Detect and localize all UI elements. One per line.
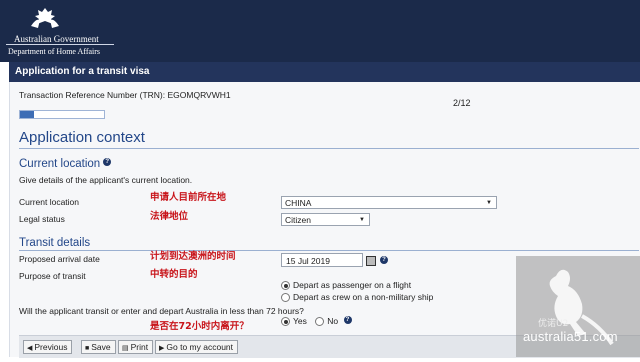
legal-status-label: Legal status (19, 214, 65, 224)
previous-label: Previous (34, 342, 68, 352)
current-location-label: Current location (19, 197, 80, 207)
current-location-value: CHINA (285, 198, 312, 208)
site-header: Australian Government Department of Home… (0, 0, 640, 62)
help-icon[interactable]: ? (380, 256, 388, 264)
transit-72h-question: Will the applicant transit or enter and … (19, 306, 304, 316)
location-instructions: Give details of the applicant's current … (19, 175, 193, 185)
arrival-date-note: 计划到达澳洲的时间 (150, 251, 236, 262)
purpose-note: 中转的目的 (150, 269, 198, 280)
watermark-brand: 优诺U2 (538, 319, 569, 329)
chevron-down-icon: ▼ (486, 200, 492, 206)
radio-selected[interactable] (281, 281, 290, 291)
previous-button[interactable]: ◀ Previous (23, 340, 73, 354)
save-label: Save (91, 342, 111, 352)
chevron-left-icon: ◀ (27, 345, 33, 352)
transit-72h-note: 是否在72小时内离开？ (150, 321, 249, 332)
transit-72h-options: Yes No ? (281, 316, 352, 327)
help-icon[interactable]: ? (103, 158, 112, 166)
arrival-date-label: Proposed arrival date (19, 254, 100, 264)
chevron-down-icon: ▼ (359, 217, 365, 223)
arrival-date-input[interactable]: 15 Jul 2019 (281, 253, 363, 267)
current-location-select[interactable]: CHINA ▼ (281, 196, 497, 209)
chevron-right-icon: ▶ (159, 345, 165, 352)
header-divider (6, 44, 114, 45)
progress-fill (20, 111, 35, 118)
purpose-option-ship-label: Depart as crew on a non-military ship (293, 292, 434, 302)
no-label: No (327, 316, 339, 326)
arrival-date-value: 15 Jul 2019 (286, 256, 330, 266)
government-name: Australian Government (14, 34, 99, 44)
help-icon[interactable]: ? (343, 316, 352, 324)
current-location-heading-text: Current location (19, 158, 101, 170)
legal-status-value: Citizen (285, 215, 311, 225)
purpose-option-flight-label: Depart as passenger on a flight (293, 280, 412, 290)
legal-status-note: 法律地位 (150, 211, 189, 222)
print-button[interactable]: ▤ Print (118, 340, 154, 354)
calendar-icon[interactable] (366, 256, 376, 266)
page-title: Application context (19, 129, 145, 146)
department-name: Department of Home Affairs (8, 47, 101, 56)
purpose-option-flight[interactable]: Depart as passenger on a flight (281, 280, 412, 291)
radio-yes[interactable] (281, 317, 290, 327)
watermark-site: australia51.com (523, 329, 618, 344)
page-counter: 2/12 (453, 98, 471, 108)
save-icon: ■ (85, 345, 90, 352)
go-to-account-label: Go to my account (166, 342, 234, 352)
location-note: 申请人目前所在地 (150, 192, 227, 203)
print-icon: ▤ (122, 345, 129, 352)
radio-no[interactable] (315, 317, 325, 327)
yes-label: Yes (293, 316, 307, 326)
transit-divider (19, 250, 639, 251)
coat-of-arms-icon (31, 8, 59, 28)
save-button[interactable]: ■ Save (81, 340, 116, 354)
legal-status-select[interactable]: Citizen ▼ (281, 213, 370, 226)
progress-bar (19, 110, 105, 119)
trn-label: Transaction Reference Number (TRN): EGOM… (19, 90, 231, 100)
page-title-bar: Application for a transit visa (9, 62, 640, 82)
transit-details-heading: Transit details (19, 237, 91, 249)
radio-unselected[interactable] (281, 293, 290, 303)
print-label: Print (130, 342, 149, 352)
title-divider (19, 148, 639, 149)
current-location-heading: Current location? (19, 158, 112, 170)
go-to-account-button[interactable]: ▶ Go to my account (155, 340, 239, 354)
purpose-label: Purpose of transit (19, 271, 86, 281)
purpose-option-ship[interactable]: Depart as crew on a non-military ship (281, 292, 434, 303)
